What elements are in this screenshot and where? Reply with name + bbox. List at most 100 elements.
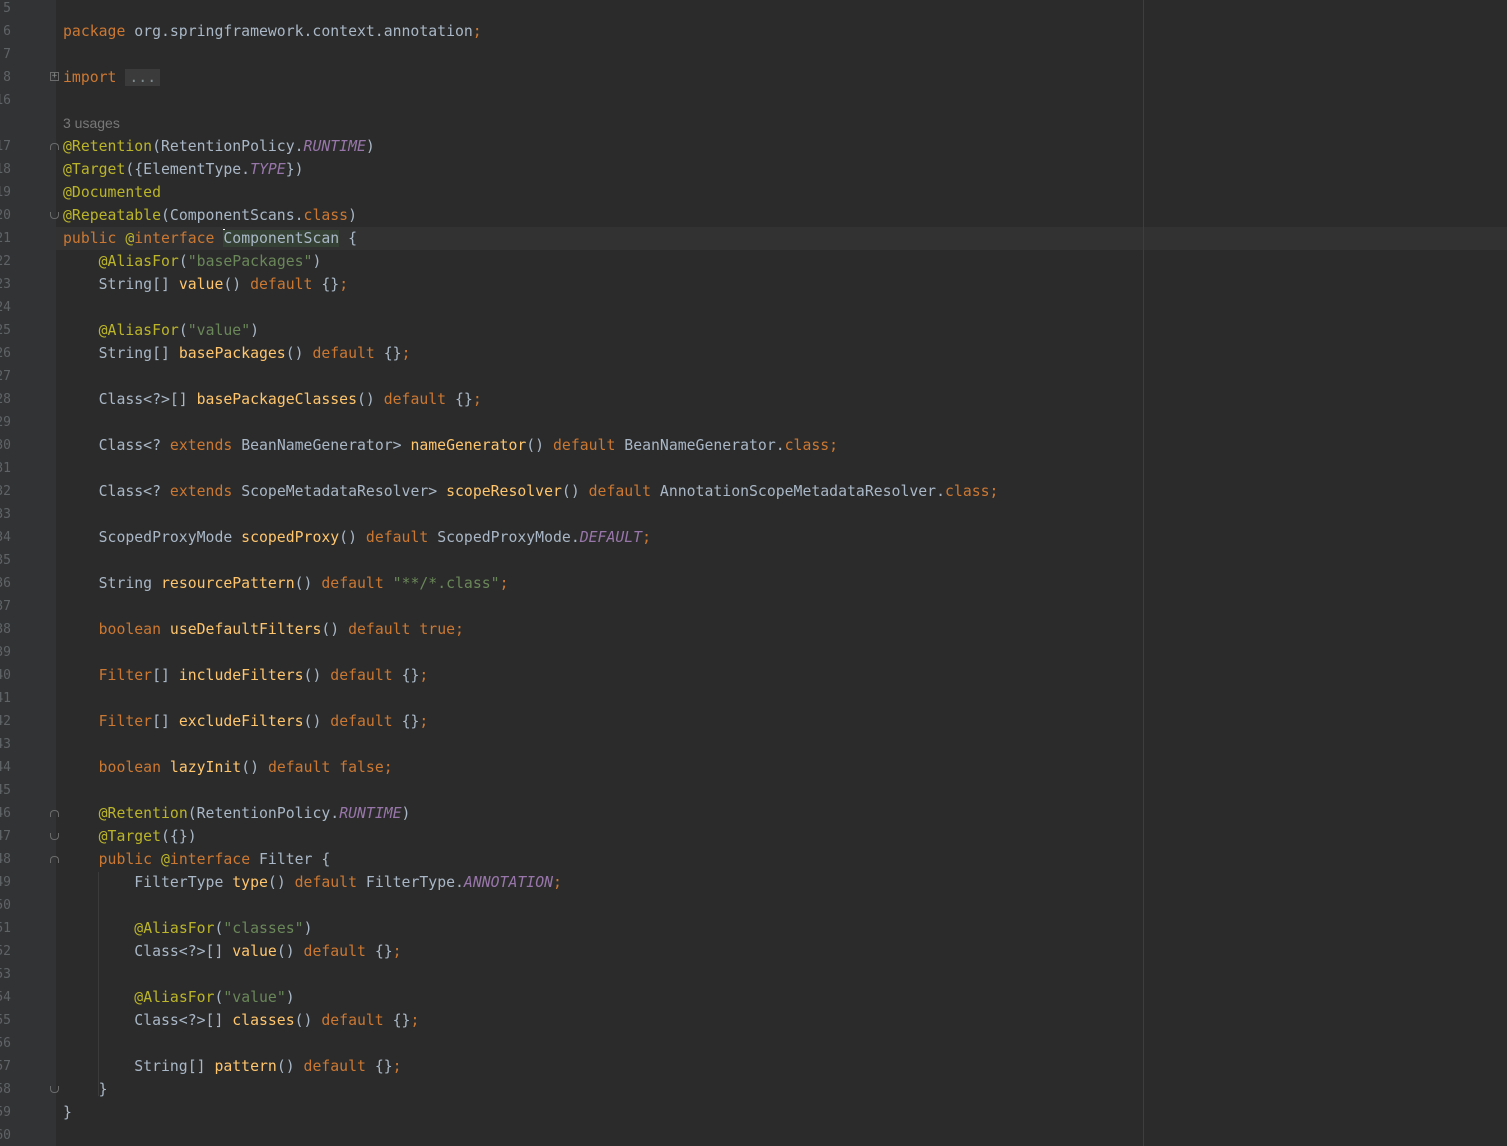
code-line[interactable]: 8 + import ... xyxy=(0,66,1507,89)
line-number[interactable]: 57 xyxy=(0,1055,11,1078)
code-text[interactable]: @Target({}) xyxy=(63,825,197,848)
line-number[interactable]: 41 xyxy=(0,687,11,710)
code-line[interactable]: 29 xyxy=(0,411,1507,434)
line-number[interactable]: 20 xyxy=(0,204,11,227)
code-line[interactable]: 58 } xyxy=(0,1078,1507,1101)
line-number[interactable]: 29 xyxy=(0,411,11,434)
code-text[interactable]: @AliasFor("classes") xyxy=(63,917,312,940)
code-text[interactable]: @Retention(RetentionPolicy.RUNTIME) xyxy=(63,135,375,158)
code-text[interactable]: @Retention(RetentionPolicy.RUNTIME) xyxy=(63,802,411,825)
code-line[interactable]: 43 xyxy=(0,733,1507,756)
code-line[interactable]: 45 xyxy=(0,779,1507,802)
line-number[interactable]: 28 xyxy=(0,388,11,411)
code-line[interactable]: 6 package org.springframework.context.ann… xyxy=(0,20,1507,43)
code-text[interactable]: package org.springframework.context.anno… xyxy=(63,20,482,43)
line-number[interactable]: 21 xyxy=(0,227,11,250)
line-number[interactable]: 52 xyxy=(0,940,11,963)
code-text[interactable]: @Target({ElementType.TYPE}) xyxy=(63,158,304,181)
code-line[interactable]: 46 @Retention(RetentionPolicy.RUNTIME) xyxy=(0,802,1507,825)
line-number[interactable]: 36 xyxy=(0,572,11,595)
code-text[interactable]: String resourcePattern() default "**/*.c… xyxy=(63,572,509,595)
line-number[interactable]: 33 xyxy=(0,503,11,526)
code-text[interactable]: } xyxy=(63,1101,72,1124)
code-line[interactable]: 47 @Target({}) xyxy=(0,825,1507,848)
code-text[interactable]: Filter[] excludeFilters() default {}; xyxy=(63,710,429,733)
line-number[interactable]: 56 xyxy=(0,1032,11,1055)
fold-collapse-icon[interactable] xyxy=(50,833,59,840)
line-number[interactable]: 17 xyxy=(0,135,11,158)
fold-collapse-icon[interactable] xyxy=(50,856,59,863)
line-number[interactable]: 16 xyxy=(0,89,11,112)
code-line[interactable]: 54 @AliasFor("value") xyxy=(0,986,1507,1009)
fold-collapse-icon[interactable] xyxy=(50,1086,59,1093)
code-line[interactable]: 33 xyxy=(0,503,1507,526)
line-number[interactable]: 5 xyxy=(3,0,11,20)
code-line[interactable]: 36 String resourcePattern() default "**/… xyxy=(0,572,1507,595)
code-text[interactable]: boolean useDefaultFilters() default true… xyxy=(63,618,464,641)
line-number[interactable]: 7 xyxy=(3,43,11,66)
fold-expand-icon[interactable]: + xyxy=(50,72,59,81)
code-text[interactable]: 3 usages xyxy=(63,112,120,135)
code-line[interactable]: 34 ScopedProxyMode scopedProxy() default… xyxy=(0,526,1507,549)
code-line[interactable]: 31 xyxy=(0,457,1507,480)
line-number[interactable]: 60 xyxy=(0,1124,11,1146)
code-line[interactable]: 19 @Documented xyxy=(0,181,1507,204)
code-text[interactable]: Class<?>[] basePackageClasses() default … xyxy=(63,388,482,411)
code-text[interactable]: Filter[] includeFilters() default {}; xyxy=(63,664,429,687)
line-number[interactable]: 31 xyxy=(0,457,11,480)
code-line[interactable]: 52 Class<?>[] value() default {}; xyxy=(0,940,1507,963)
code-line[interactable]: 39 xyxy=(0,641,1507,664)
fold-collapse-icon[interactable] xyxy=(50,810,59,817)
code-text[interactable]: ScopedProxyMode scopedProxy() default Sc… xyxy=(63,526,651,549)
code-line[interactable]: 22 @AliasFor("basePackages") xyxy=(0,250,1507,273)
code-text[interactable]: Class<? extends ScopeMetadataResolver> s… xyxy=(63,480,999,503)
code-text[interactable]: @Documented xyxy=(63,181,161,204)
code-line[interactable]: 26 String[] basePackages() default {}; xyxy=(0,342,1507,365)
line-number[interactable]: 39 xyxy=(0,641,11,664)
line-number[interactable]: 18 xyxy=(0,158,11,181)
code-line[interactable]: 57 String[] pattern() default {}; xyxy=(0,1055,1507,1078)
line-number[interactable]: 37 xyxy=(0,595,11,618)
code-line[interactable]: 55 Class<?>[] classes() default {}; xyxy=(0,1009,1507,1032)
code-line[interactable]: 18 @Target({ElementType.TYPE}) xyxy=(0,158,1507,181)
code-line[interactable]: 35 xyxy=(0,549,1507,572)
code-text[interactable]: String[] value() default {}; xyxy=(63,273,349,296)
fold-collapse-icon[interactable] xyxy=(50,143,59,150)
code-line[interactable]: 60 xyxy=(0,1124,1507,1146)
code-line[interactable]: 41 xyxy=(0,687,1507,710)
code-line[interactable]: 21 public @interface ComponentScan { xyxy=(0,227,1507,250)
line-number[interactable]: 34 xyxy=(0,526,11,549)
line-number[interactable]: 50 xyxy=(0,894,11,917)
code-text[interactable]: FilterType type() default FilterType.ANN… xyxy=(63,871,562,894)
line-number[interactable]: 51 xyxy=(0,917,11,940)
line-number[interactable]: 38 xyxy=(0,618,11,641)
code-text[interactable]: Class<?>[] classes() default {}; xyxy=(63,1009,419,1032)
code-line[interactable]: 59} xyxy=(0,1101,1507,1124)
code-line[interactable]: 40 Filter[] includeFilters() default {}; xyxy=(0,664,1507,687)
line-number[interactable]: 25 xyxy=(0,319,11,342)
collapsed-imports-placeholder[interactable]: ... xyxy=(125,69,161,86)
code-text[interactable]: @AliasFor("value") xyxy=(63,986,294,1009)
line-number[interactable]: 6 xyxy=(3,20,11,43)
code-text[interactable]: @AliasFor("basePackages") xyxy=(63,250,322,273)
code-text[interactable]: Class<?>[] value() default {}; xyxy=(63,940,401,963)
line-number[interactable]: 58 xyxy=(0,1078,11,1101)
code-line[interactable]: 17 @Retention(RetentionPolicy.RUNTIME) xyxy=(0,135,1507,158)
line-number[interactable]: 59 xyxy=(0,1101,11,1124)
code-line[interactable]: 30 Class<? extends BeanNameGenerator> na… xyxy=(0,434,1507,457)
code-line[interactable]: 38 boolean useDefaultFilters() default t… xyxy=(0,618,1507,641)
code-line[interactable]: 56 xyxy=(0,1032,1507,1055)
line-number[interactable]: 23 xyxy=(0,273,11,296)
line-number[interactable]: 47 xyxy=(0,825,11,848)
code-line[interactable]: 50 xyxy=(0,894,1507,917)
code-text[interactable]: } xyxy=(63,1078,108,1101)
line-number[interactable]: 48 xyxy=(0,848,11,871)
line-number[interactable]: 22 xyxy=(0,250,11,273)
code-line[interactable]: 48 public @interface Filter { xyxy=(0,848,1507,871)
line-number[interactable]: 53 xyxy=(0,963,11,986)
code-text[interactable]: public @interface Filter { xyxy=(63,848,331,871)
line-number[interactable]: 19 xyxy=(0,181,11,204)
code-line[interactable]: 3 usages xyxy=(0,112,1507,135)
code-line[interactable]: 23 String[] value() default {}; xyxy=(0,273,1507,296)
line-number[interactable]: 42 xyxy=(0,710,11,733)
